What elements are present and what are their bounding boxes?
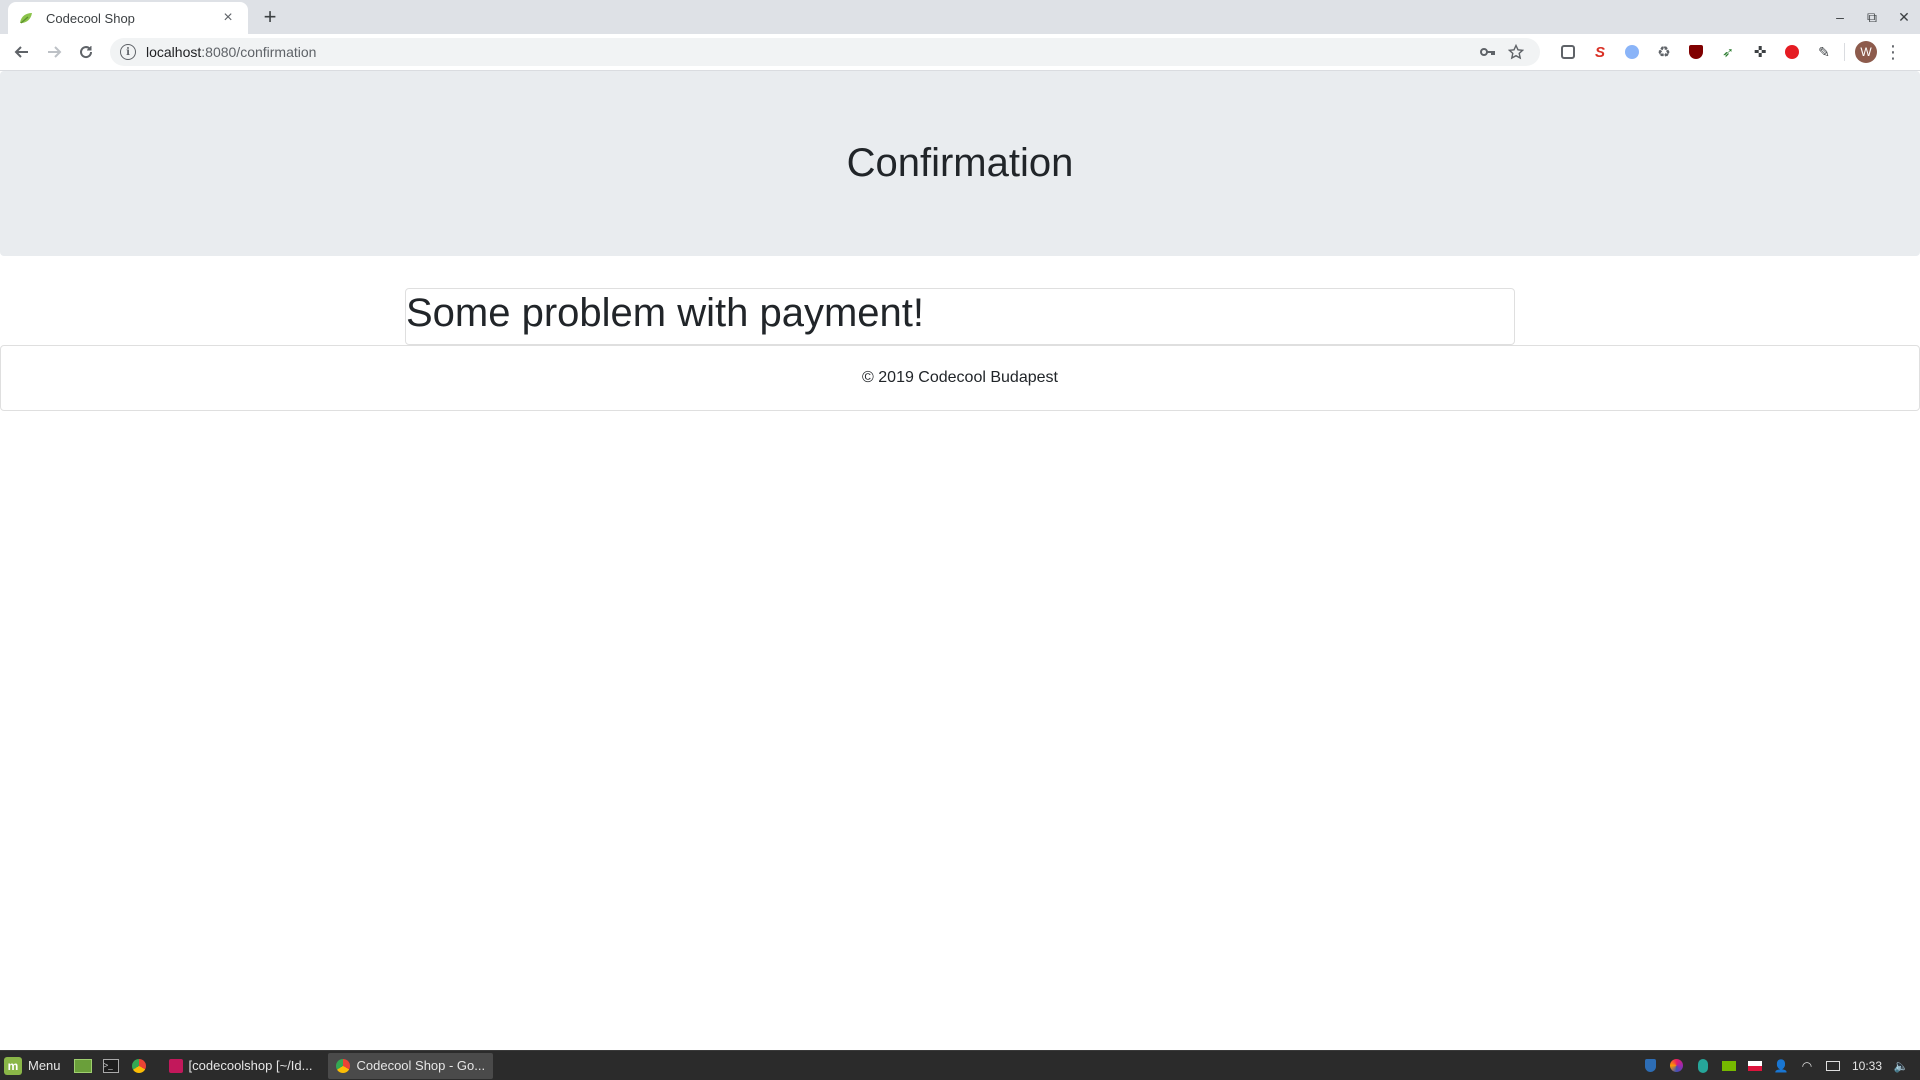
extensions-row: S ♻ ➶ ✜ ✎ W ⋮ (1552, 38, 1903, 66)
recycle-icon[interactable]: ♻ (1653, 41, 1675, 63)
battery-icon[interactable] (1825, 1058, 1841, 1074)
tab-title: Codecool Shop (46, 10, 135, 26)
opera-icon[interactable] (1781, 41, 1803, 63)
shield-icon[interactable] (1643, 1058, 1659, 1074)
toolbar-divider (1844, 43, 1845, 61)
url-path: :8080/confirmation (201, 44, 317, 60)
volume-icon[interactable]: 🔈 (1893, 1058, 1909, 1074)
star-icon[interactable] (1502, 44, 1530, 60)
address-bar[interactable]: i localhost:8080/confirmation (110, 38, 1540, 66)
window-controls: – ⧉ ✕ (1824, 0, 1920, 34)
new-tab-button[interactable]: + (258, 4, 282, 29)
browser-tabstrip: Codecool Shop × + – ⧉ ✕ (0, 0, 1920, 34)
page-footer: © 2019 Codecool Budapest (0, 345, 1920, 411)
restore-icon[interactable]: ⧉ (1856, 0, 1888, 34)
leaf-icon (18, 10, 34, 26)
message-card: Some problem with payment! (405, 288, 1515, 345)
clock[interactable]: 10:33 (1852, 1059, 1882, 1073)
wifi-icon[interactable]: ◠ (1799, 1058, 1815, 1074)
ublock-icon[interactable] (1685, 41, 1707, 63)
url-host: localhost (146, 44, 202, 60)
header-jumbotron: Confirmation (0, 71, 1920, 256)
profile-avatar[interactable]: W (1855, 41, 1877, 63)
taskbar-window-chrome[interactable]: Codecool Shop - Go... (328, 1052, 494, 1079)
forward-arrow-icon[interactable] (40, 38, 68, 66)
reload-icon[interactable] (72, 38, 100, 66)
bluetooth-icon[interactable] (1695, 1058, 1711, 1074)
tab-close-icon[interactable]: × (218, 8, 238, 28)
taskbar-window-label: [codecoolshop [~/Id... (188, 1058, 313, 1073)
terminal-icon[interactable]: >_ (100, 1055, 122, 1077)
minimize-icon[interactable]: – (1824, 0, 1856, 34)
eyedropper-icon[interactable]: ✎ (1813, 41, 1835, 63)
show-desktop-icon[interactable] (72, 1055, 94, 1077)
circle-extension-icon[interactable] (1621, 41, 1643, 63)
close-window-icon[interactable]: ✕ (1888, 0, 1920, 34)
url-text[interactable]: localhost:8080/confirmation (146, 44, 1474, 60)
info-icon[interactable]: i (120, 44, 136, 60)
crosshair-icon[interactable]: ✜ (1749, 41, 1771, 63)
browser-toolbar: i localhost:8080/confirmation S ♻ ➶ ✜ ✎ … (0, 34, 1920, 71)
page-viewport: Confirmation Some problem with payment! … (0, 71, 1920, 1050)
mint-logo-icon: m (4, 1056, 22, 1075)
color-picker-icon[interactable] (1669, 1058, 1685, 1074)
lastpass-icon[interactable] (1557, 41, 1579, 63)
browser-tab-active[interactable]: Codecool Shop × (8, 2, 248, 34)
taskbar-window-intellij[interactable]: [codecoolshop [~/Id... (161, 1053, 321, 1079)
system-tray: 👤 ◠ 10:33 🔈 (1638, 1051, 1920, 1080)
more-menu-icon[interactable]: ⋮ (1883, 42, 1903, 63)
footer-copyright: © 2019 Codecool Budapest (862, 369, 1058, 386)
intellij-icon (168, 1058, 183, 1073)
taskbar-window-label: Codecool Shop - Go... (356, 1058, 486, 1073)
menu-label: Menu (28, 1058, 61, 1073)
back-arrow-icon[interactable] (8, 38, 36, 66)
key-icon[interactable] (1474, 47, 1502, 57)
os-taskbar: m Menu >_ [codecoolshop [~/Id... Codecoo… (0, 1050, 1920, 1080)
start-menu-button[interactable]: m Menu (0, 1051, 69, 1080)
user-icon[interactable]: 👤 (1773, 1058, 1789, 1074)
rocket-icon[interactable]: ➶ (1717, 41, 1739, 63)
chrome-launcher-icon[interactable] (128, 1055, 150, 1077)
payment-message: Some problem with payment! (406, 291, 925, 335)
chrome-icon (336, 1058, 351, 1073)
keyboard-layout-flag-icon[interactable] (1747, 1058, 1763, 1074)
s-extension-icon[interactable]: S (1589, 41, 1611, 63)
nvidia-icon[interactable] (1721, 1058, 1737, 1074)
page-title: Confirmation (846, 141, 1074, 185)
